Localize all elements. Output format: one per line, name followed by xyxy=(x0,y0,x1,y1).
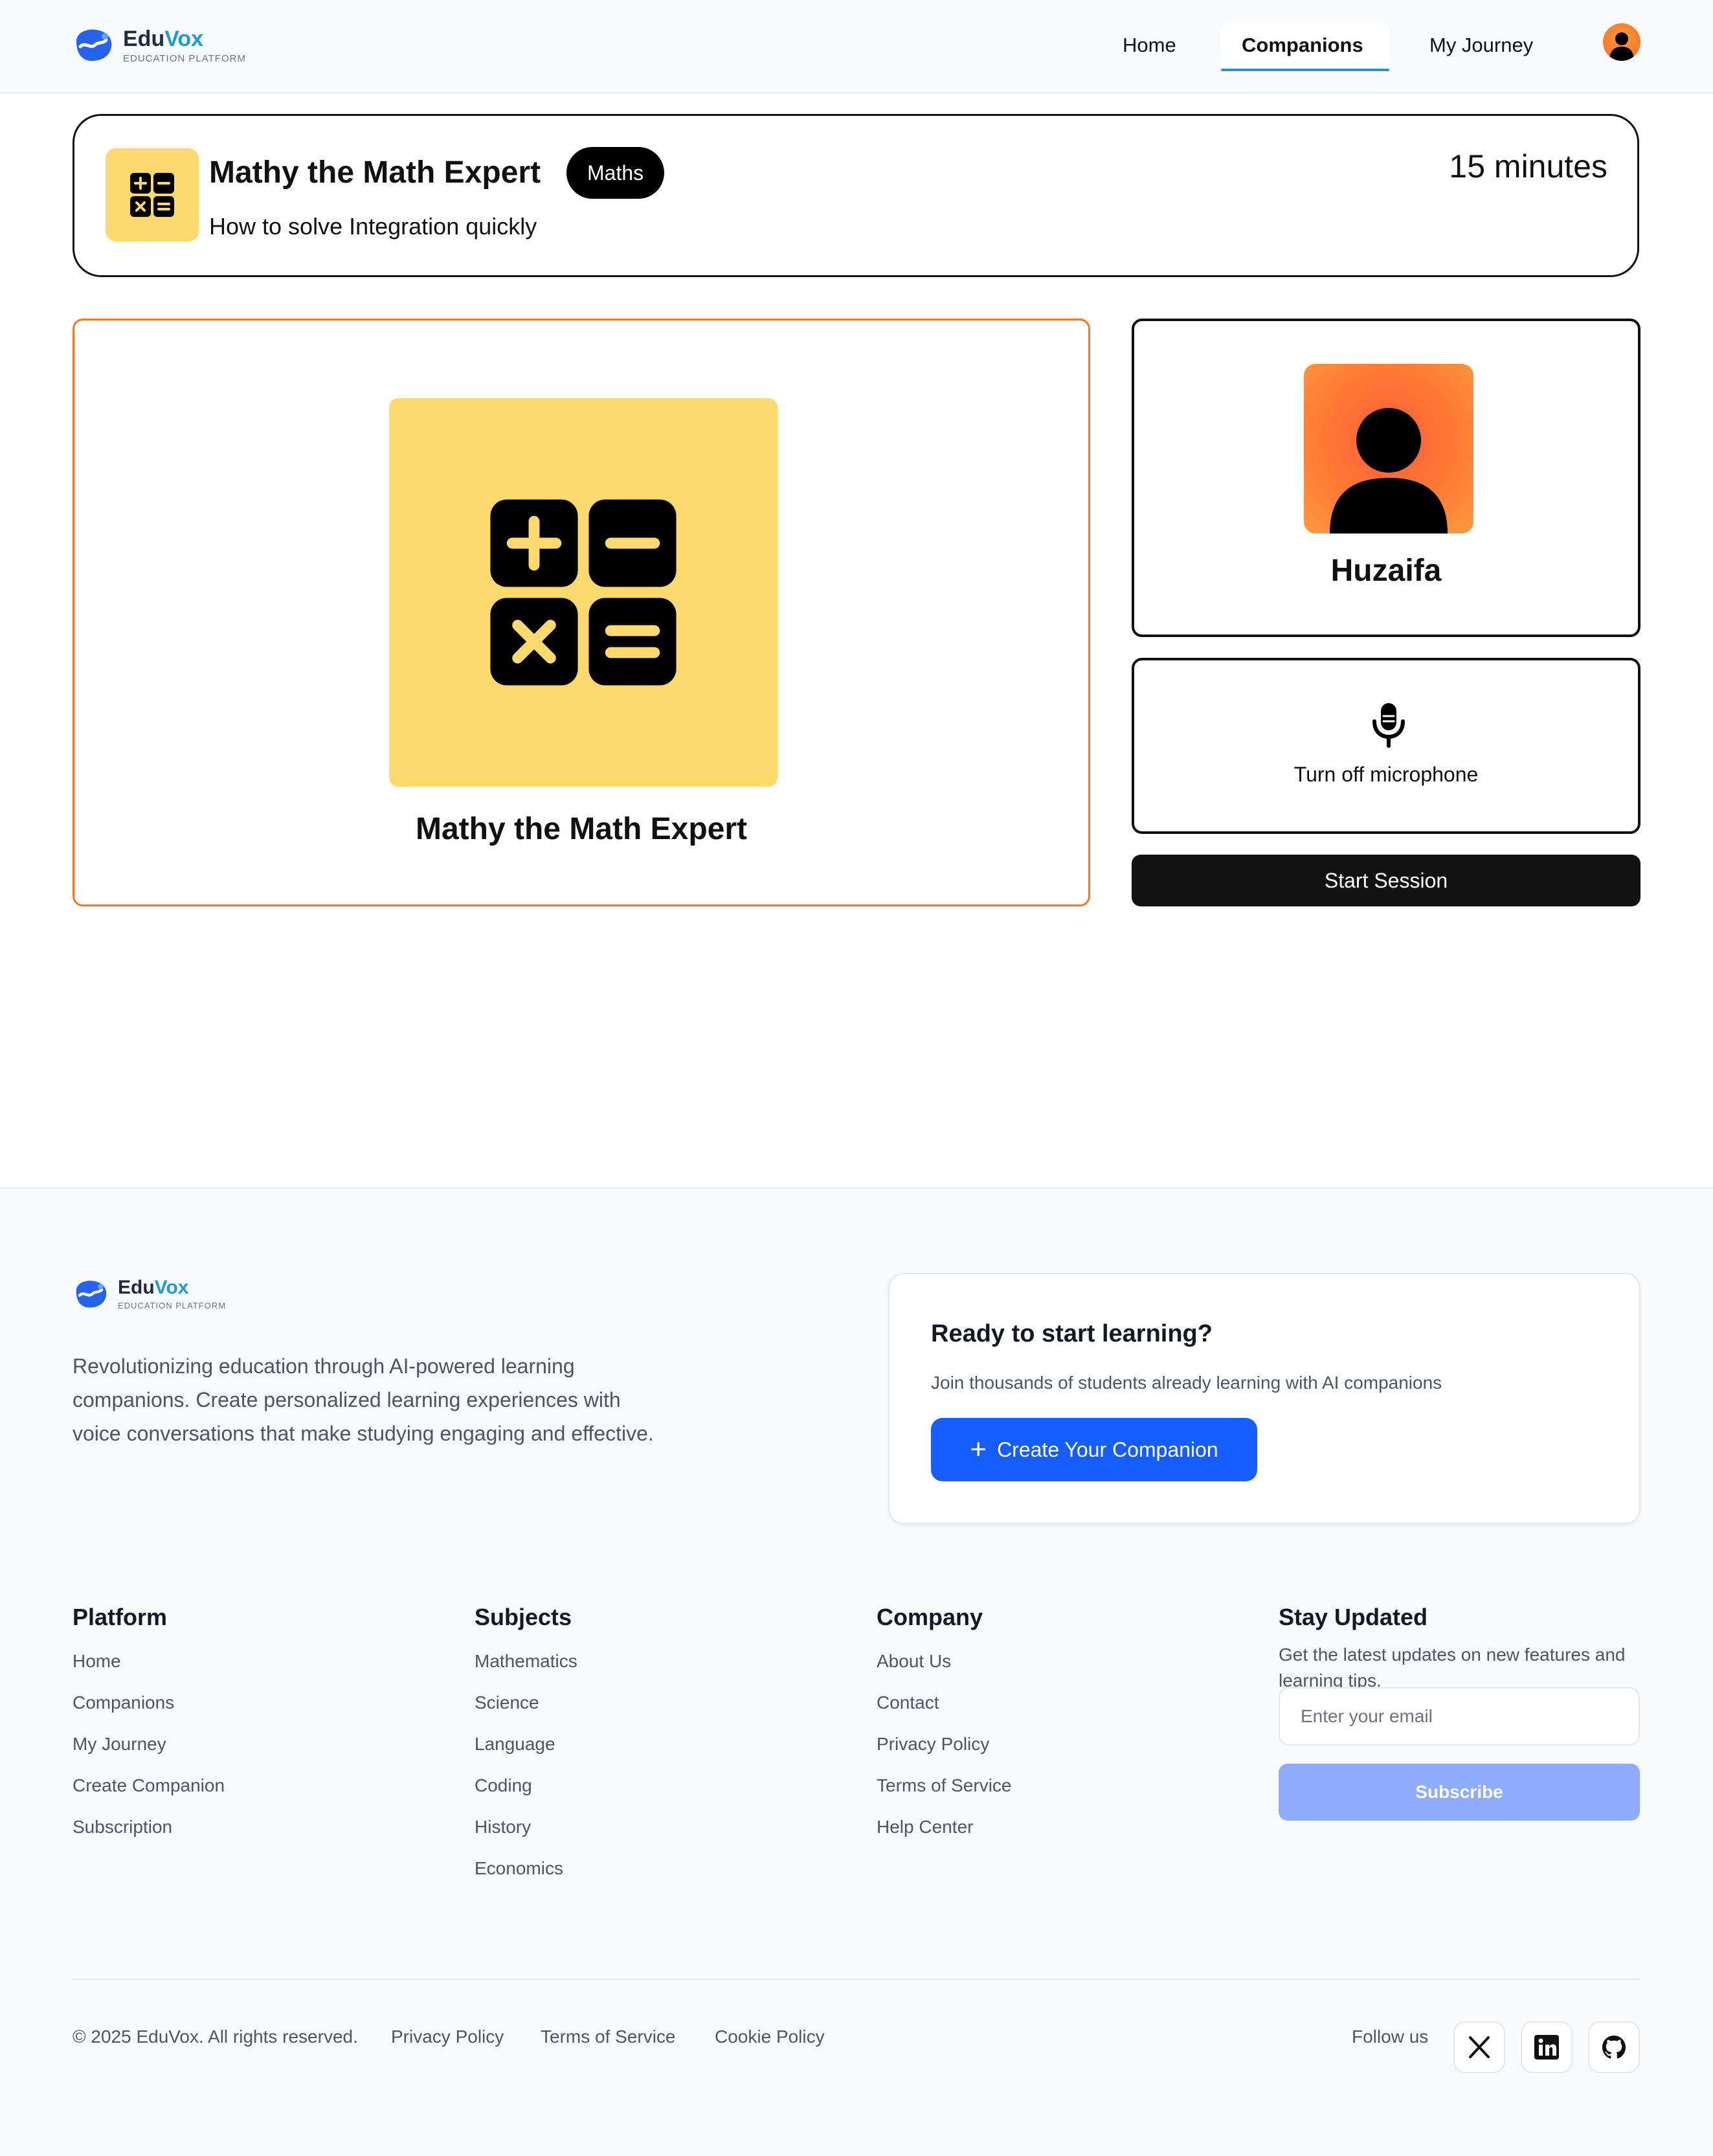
footer-column-title: Subjects xyxy=(475,1604,572,1630)
user-avatar-icon xyxy=(1330,408,1448,533)
footer-link-create-companion[interactable]: Create Companion xyxy=(73,1774,225,1797)
cta-title: Ready to start learning? xyxy=(931,1320,1213,1347)
footer-column-title: Platform xyxy=(73,1604,168,1630)
footer-link-companions[interactable]: Companions xyxy=(73,1691,174,1714)
footer-link-privacy-policy[interactable]: Privacy Policy xyxy=(877,1733,989,1756)
companion-name: Mathy the Math Expert xyxy=(209,155,541,190)
logo-tagline: EDUCATION PLATFORM xyxy=(123,52,246,64)
create-companion-label: Create Your Companion xyxy=(997,1437,1218,1461)
nav-my-journey[interactable]: My Journey xyxy=(1429,32,1533,58)
footer-link-terms-of-service[interactable]: Terms of Service xyxy=(877,1774,1012,1797)
microphone-toggle-label: Turn off microphone xyxy=(1293,763,1479,786)
footer-column-stay-updated: Stay Updated Get the latest updates on n… xyxy=(1279,1603,1640,1821)
footer-link-science[interactable]: Science xyxy=(475,1691,539,1714)
footer-link-coding[interactable]: Coding xyxy=(475,1774,532,1797)
logo-icon xyxy=(76,1280,107,1308)
footer-column-subjects: Subjects Mathematics Science Language Co… xyxy=(475,1603,577,1878)
footer-link-home[interactable]: Home xyxy=(73,1650,121,1673)
footer-link-my-journey[interactable]: My Journey xyxy=(73,1733,166,1756)
start-session-button[interactable]: Start Session xyxy=(1132,855,1640,906)
bottom-link-terms-of-service[interactable]: Terms of Service xyxy=(541,2025,676,2049)
plus-icon: + xyxy=(970,1433,987,1465)
follow-us-label: Follow us xyxy=(1352,2027,1429,2047)
top-navbar: EduVox EDUCATION PLATFORM Home Companion… xyxy=(0,0,1713,93)
footer-column-title: Company xyxy=(877,1604,983,1630)
companion-avatar-tile xyxy=(389,398,778,787)
stay-updated-description: Get the latest updates on new features a… xyxy=(1279,1645,1626,1690)
cta-card: Ready to start learning? Join thousands … xyxy=(888,1273,1640,1524)
subscribe-button[interactable]: Subscribe xyxy=(1279,1764,1640,1821)
logo-name: EduVox xyxy=(123,28,246,50)
linkedin-icon xyxy=(1534,2035,1559,2060)
cta-subtitle: Join thousands of students already learn… xyxy=(931,1373,1442,1393)
footer-link-about-us[interactable]: About Us xyxy=(877,1650,951,1673)
footer-link-history[interactable]: History xyxy=(475,1815,531,1839)
footer-link-help-center[interactable]: Help Center xyxy=(877,1815,973,1839)
social-linkedin-button[interactable] xyxy=(1521,2021,1573,2073)
subject-badge: Maths xyxy=(566,147,665,199)
create-companion-button[interactable]: + Create Your Companion xyxy=(931,1418,1257,1481)
microphone-toggle-button[interactable]: Turn off microphone xyxy=(1132,658,1640,834)
footer-logo-tagline: EDUCATION PLATFORM xyxy=(118,1301,227,1310)
nav-companions[interactable]: Companions xyxy=(1242,32,1363,58)
calculator-icon xyxy=(490,499,677,686)
footer-column-company: Company About Us Contact Privacy Policy … xyxy=(877,1603,1012,1837)
calculator-icon xyxy=(130,173,174,217)
microphone-icon xyxy=(1372,703,1405,748)
footer-logo[interactable]: EduVox EDUCATION PLATFORM xyxy=(73,1278,226,1310)
footer-link-language[interactable]: Language xyxy=(475,1733,555,1756)
subject-icon-tile xyxy=(106,148,199,241)
footer-logo-name-part1: Edu xyxy=(118,1277,155,1298)
session-duration: 15 minutes xyxy=(1449,148,1607,185)
footer: EduVox EDUCATION PLATFORM Revolutionizin… xyxy=(0,1187,1713,2156)
footer-link-mathematics[interactable]: Mathematics xyxy=(475,1650,577,1673)
eduvox-logo[interactable]: EduVox EDUCATION PLATFORM xyxy=(73,27,246,63)
x-icon xyxy=(1469,2036,1490,2058)
footer-logo-name-part2: Vox xyxy=(154,1277,189,1298)
footer-logo-name: EduVox xyxy=(118,1278,226,1297)
user-card: Huzaifa xyxy=(1132,319,1640,637)
footer-column-title: Stay Updated xyxy=(1279,1604,1428,1630)
social-github-button[interactable] xyxy=(1588,2021,1640,2073)
footer-link-subscription[interactable]: Subscription xyxy=(73,1815,172,1839)
companion-info-card: Mathy the Math Expert Maths How to solve… xyxy=(73,114,1639,277)
user-name: Huzaifa xyxy=(1330,554,1442,588)
companion-name-large: Mathy the Math Expert xyxy=(415,812,748,846)
bottom-link-cookie-policy[interactable]: Cookie Policy xyxy=(715,2025,825,2049)
github-icon xyxy=(1602,2036,1626,2059)
logo-name-part2: Vox xyxy=(164,26,204,51)
footer-link-economics[interactable]: Economics xyxy=(475,1857,563,1880)
newsletter-email-input[interactable] xyxy=(1279,1687,1640,1746)
user-avatar-button[interactable] xyxy=(1603,23,1640,61)
bottom-link-privacy-policy[interactable]: Privacy Policy xyxy=(391,2025,504,2049)
user-avatar-icon xyxy=(1609,32,1634,61)
nav-home[interactable]: Home xyxy=(1123,32,1176,58)
nav-active-underline xyxy=(1221,69,1389,71)
user-avatar xyxy=(1304,364,1473,533)
logo-icon xyxy=(76,29,112,61)
companion-topic: How to solve Integration quickly xyxy=(209,213,537,240)
footer-column-platform: Platform Home Companions My Journey Crea… xyxy=(73,1603,225,1837)
social-x-button[interactable] xyxy=(1453,2021,1505,2073)
footer-divider xyxy=(73,1979,1639,1980)
copyright-text: © 2025 EduVox. All rights reserved. xyxy=(73,2027,358,2047)
footer-description: Revolutionizing education through AI-pow… xyxy=(73,1354,654,1445)
footer-link-contact[interactable]: Contact xyxy=(877,1691,939,1714)
logo-name-part1: Edu xyxy=(123,26,165,51)
companion-session-panel: Mathy the Math Expert xyxy=(73,319,1090,906)
